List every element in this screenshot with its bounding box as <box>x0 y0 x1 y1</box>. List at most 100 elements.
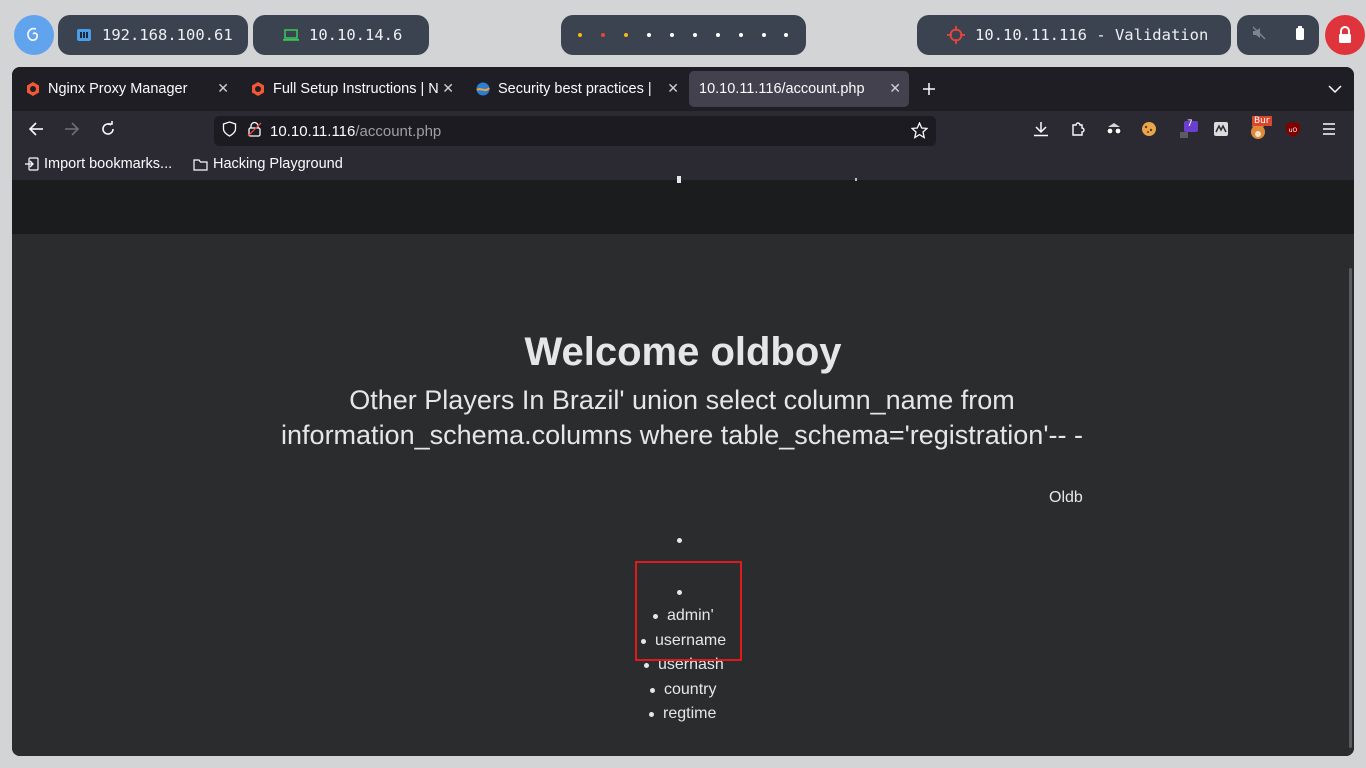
overflow-text: Oldb <box>1049 489 1083 506</box>
tab-counter-extension[interactable]: 7 <box>1177 119 1199 143</box>
downloads-button[interactable] <box>1033 121 1049 141</box>
list-item: regtime <box>663 705 717 722</box>
tab-title: Nginx Proxy Manager <box>48 81 188 97</box>
laptop-icon <box>283 29 299 41</box>
tab-close-icon[interactable]: ✕ <box>442 80 454 97</box>
country-heading-line: information_schema.columns where table_s… <box>281 420 1083 450</box>
reload-icon <box>102 121 114 135</box>
country-heading: Other Players In Brazil' union select co… <box>182 383 1182 453</box>
bookmark-label: Import bookmarks... <box>44 156 173 172</box>
url-host: 10.10.11.116 <box>270 122 356 140</box>
workspace-dot[interactable] <box>647 33 652 37</box>
download-icon <box>1034 122 1048 137</box>
arrow-left-icon <box>28 122 43 136</box>
chevron-down-icon <box>1328 85 1342 94</box>
bookmark-label: Hacking Playground <box>213 156 343 172</box>
system-panel: 192.168.100.61 10.10.14.6 10.10.11.116 -… <box>0 0 1366 68</box>
list-all-tabs-button[interactable] <box>1328 79 1342 98</box>
battery-icon[interactable] <box>1295 26 1305 44</box>
country-heading-line: Other Players In Brazil' union select co… <box>349 385 1015 415</box>
vpn-ip-widget[interactable]: 10.10.14.6 <box>253 15 429 55</box>
nginx-proxy-manager-icon <box>252 82 264 96</box>
red-highlight-box <box>635 561 742 661</box>
tab-nginx-proxy-manager[interactable]: Nginx Proxy Manager ✕ <box>16 71 237 107</box>
nginx-proxy-manager-icon <box>27 82 39 96</box>
debian-menu-button[interactable] <box>14 15 54 55</box>
foxyproxy-burp-extension[interactable]: Bur <box>1248 116 1272 143</box>
wappalyzer-extension[interactable] <box>1213 121 1229 141</box>
puzzle-icon <box>1072 122 1085 136</box>
docs-globe-icon <box>476 82 490 96</box>
navigation-toolbar: 10.10.11.116/account.php 7 Bur uO <box>12 111 1354 151</box>
forward-button[interactable] <box>64 121 80 141</box>
burp-proxy-label: Bur <box>1252 116 1272 126</box>
workspace-dot[interactable] <box>715 33 720 37</box>
welcome-heading: Welcome oldboy <box>524 330 842 374</box>
bookmarks-toolbar: Import bookmarks... Hacking Playground <box>12 151 1354 180</box>
workspace-dot[interactable] <box>692 33 697 37</box>
bookmark-folder-hacking-playground[interactable]: Hacking Playground <box>193 156 343 172</box>
folder-icon <box>193 158 208 171</box>
url-path: /account.php <box>355 122 442 140</box>
local-ip-text: 192.168.100.61 <box>102 26 233 44</box>
workspace-dot[interactable] <box>784 33 789 37</box>
lock-icon <box>1339 26 1351 43</box>
list-bullet <box>677 538 682 543</box>
address-bar[interactable]: 10.10.11.116/account.php <box>214 116 936 146</box>
ublock-shield-icon: uO <box>1286 122 1300 137</box>
workspace-dot[interactable] <box>761 33 766 37</box>
workspace-dot[interactable] <box>601 33 606 37</box>
back-button[interactable] <box>28 121 44 141</box>
header-text-fragment <box>677 176 681 183</box>
tab-strip: Nginx Proxy Manager ✕ Full Setup Instruc… <box>12 67 1354 111</box>
page-viewport[interactable]: Welcome oldboy Other Players In Brazil' … <box>12 176 1354 756</box>
debian-swirl-icon <box>27 27 38 41</box>
header-text-fragment <box>855 178 857 181</box>
target-widget[interactable]: 10.10.11.116 - Validation <box>917 15 1231 55</box>
svg-text:uO: uO <box>1289 127 1298 134</box>
browser-window: Nginx Proxy Manager ✕ Full Setup Instruc… <box>12 67 1354 756</box>
tab-title: Full Setup Instructions | N <box>273 81 438 97</box>
insecure-lock-icon[interactable] <box>247 121 262 141</box>
workspace-dot[interactable] <box>624 33 629 37</box>
glasses-icon <box>1106 123 1122 135</box>
bookmark-import[interactable]: Import bookmarks... <box>25 156 172 172</box>
workspace-dot[interactable] <box>670 33 674 37</box>
tab-close-icon[interactable]: ✕ <box>667 80 679 97</box>
target-text: 10.10.11.116 - Validation <box>975 26 1209 44</box>
list-bullet <box>649 712 654 717</box>
tab-close-icon[interactable]: ✕ <box>217 80 229 97</box>
local-ip-widget[interactable]: 192.168.100.61 <box>58 15 248 55</box>
shield-icon[interactable] <box>222 121 237 141</box>
tab-title: Security best practices | <box>498 81 652 97</box>
extensions-button[interactable] <box>1070 121 1086 141</box>
list-bullet <box>650 688 655 693</box>
tray-widget[interactable] <box>1237 15 1319 55</box>
lock-screen-button[interactable] <box>1325 15 1365 55</box>
new-tab-button[interactable] <box>922 77 936 101</box>
workspace-dot[interactable] <box>738 33 743 37</box>
hamburger-menu-icon <box>1323 123 1335 135</box>
tab-close-icon[interactable]: ✕ <box>889 80 901 97</box>
wappalyzer-icon <box>1214 122 1228 136</box>
spy-glasses-extension[interactable] <box>1105 121 1123 141</box>
vpn-ip-text: 10.10.14.6 <box>309 26 403 44</box>
tab-security-best-practices[interactable]: Security best practices | ✕ <box>466 71 687 107</box>
tab-full-setup-instructions[interactable]: Full Setup Instructions | N ✕ <box>241 71 462 107</box>
app-menu-button[interactable] <box>1322 121 1336 140</box>
cookie-editor-extension[interactable] <box>1141 121 1157 141</box>
reload-button[interactable] <box>100 121 116 141</box>
workspace-dot[interactable] <box>578 33 583 37</box>
plus-icon <box>923 83 935 95</box>
workspace-switcher[interactable] <box>561 15 806 55</box>
tab-account-php[interactable]: 10.10.11.116/account.php ✕ <box>689 71 909 107</box>
import-icon <box>25 157 39 171</box>
list-item: country <box>664 681 717 698</box>
bookmark-star-icon[interactable] <box>910 121 929 143</box>
extension-badge-count: 7 <box>1187 119 1193 129</box>
speaker-muted-icon[interactable] <box>1252 26 1266 44</box>
tab-title: 10.10.11.116/account.php <box>699 81 865 97</box>
arrow-right-icon <box>65 122 80 136</box>
network-icon <box>76 28 92 42</box>
ublock-origin-extension[interactable]: uO <box>1285 121 1301 142</box>
